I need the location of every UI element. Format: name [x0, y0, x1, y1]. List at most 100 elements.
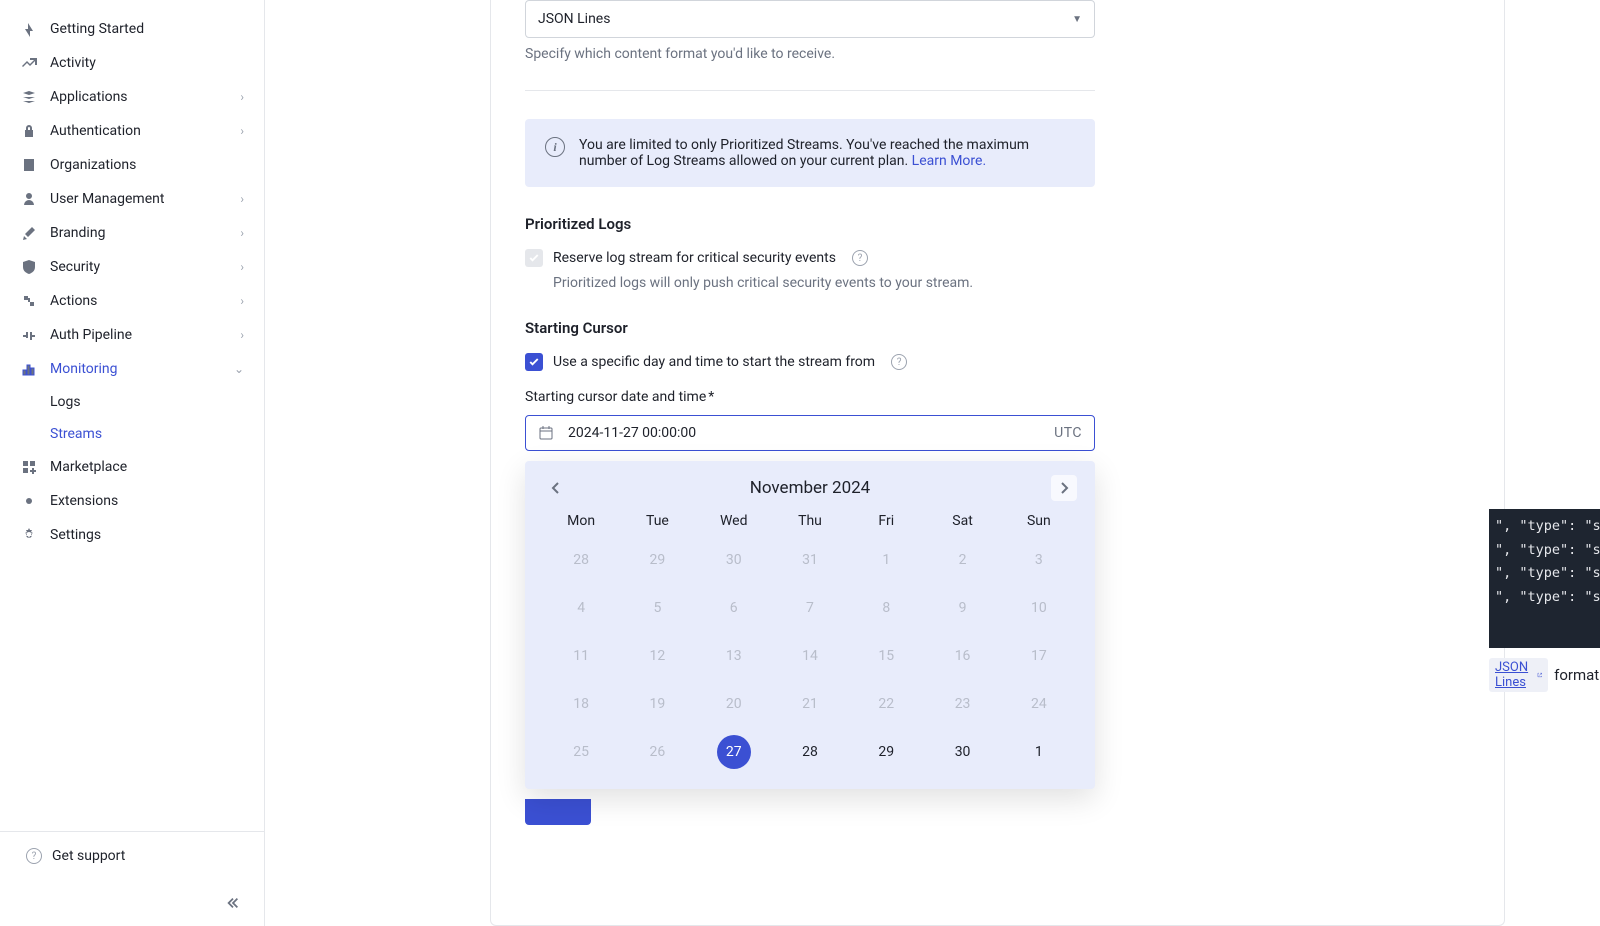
sidebar-item-getting-started[interactable]: Getting Started: [0, 12, 264, 46]
sidebar-item-auth-pipeline[interactable]: Auth Pipeline›: [0, 318, 264, 352]
sidebar-item-marketplace[interactable]: Marketplace: [0, 450, 264, 484]
sidebar-item-settings[interactable]: Settings: [0, 518, 264, 552]
sidebar-item-applications[interactable]: Applications›: [0, 80, 264, 114]
date-field-label: Starting cursor date and time*: [525, 389, 1095, 405]
sidebar-item-user-management[interactable]: User Management›: [0, 182, 264, 216]
content-format-select[interactable]: JSON Lines ▼: [525, 0, 1095, 38]
calendar-day[interactable]: 18: [564, 687, 598, 721]
calendar-day[interactable]: 21: [793, 687, 827, 721]
use-specific-date-label: Use a specific day and time to start the…: [553, 354, 875, 370]
json-lines-link[interactable]: JSON Lines: [1489, 658, 1548, 692]
lock-icon-wrap: [20, 122, 38, 140]
calendar-next-button[interactable]: [1051, 475, 1077, 501]
sidebar-item-label: Extensions: [50, 493, 244, 509]
sidebar-item-label: User Management: [50, 191, 240, 207]
calendar-day[interactable]: 4: [564, 591, 598, 625]
calendar-day[interactable]: 2: [946, 543, 980, 577]
sidebar-item-branding[interactable]: Branding›: [0, 216, 264, 250]
sidebar-item-label: Auth Pipeline: [50, 327, 240, 343]
bars-icon-wrap: [20, 360, 38, 378]
sidebar-subitem-logs[interactable]: Logs: [0, 386, 264, 418]
calendar-day[interactable]: 25: [564, 735, 598, 769]
flow-icon: [21, 293, 37, 309]
calendar-day[interactable]: 24: [1022, 687, 1056, 721]
calendar-day[interactable]: 8: [869, 591, 903, 625]
shield-icon: [21, 259, 37, 275]
calendar-day[interactable]: 28: [564, 543, 598, 577]
chevron-double-left-icon: [226, 896, 240, 910]
sidebar-item-label: Security: [50, 259, 240, 275]
calendar-day[interactable]: 6: [717, 591, 751, 625]
calendar-day[interactable]: 31: [793, 543, 827, 577]
calendar-day[interactable]: 10: [1022, 591, 1056, 625]
chevron-right-icon: ›: [240, 294, 244, 308]
calendar-day[interactable]: 7: [793, 591, 827, 625]
calendar-day[interactable]: 5: [640, 591, 674, 625]
pipeline-icon-wrap: [20, 326, 38, 344]
calendar-dow: Sat: [924, 513, 1000, 529]
calendar-day[interactable]: 23: [946, 687, 980, 721]
calendar-day[interactable]: 27: [717, 735, 751, 769]
calendar-day[interactable]: 26: [640, 735, 674, 769]
get-support-label: Get support: [52, 848, 125, 864]
calendar-day[interactable]: 12: [640, 639, 674, 673]
calendar-icon: [538, 425, 554, 441]
starting-cursor-date-input[interactable]: 2024-11-27 00:00:00 UTC: [525, 415, 1095, 451]
sidebar-item-actions[interactable]: Actions›: [0, 284, 264, 318]
sidebar-subitem-streams[interactable]: Streams: [0, 418, 264, 450]
sidebar-item-label: Activity: [50, 55, 244, 71]
sidebar-item-organizations[interactable]: Organizations: [0, 148, 264, 182]
sidebar-item-security[interactable]: Security›: [0, 250, 264, 284]
get-support-link[interactable]: ? Get support: [0, 831, 264, 880]
sidebar: Getting StartedActivityApplications›Auth…: [0, 0, 265, 926]
calendar-day[interactable]: 29: [869, 735, 903, 769]
sidebar-item-label: Settings: [50, 527, 244, 543]
calendar-day[interactable]: 28: [793, 735, 827, 769]
calendar-day[interactable]: 13: [717, 639, 751, 673]
sidebar-item-monitoring[interactable]: Monitoring⌄: [0, 352, 264, 386]
cog-icon-wrap: [20, 526, 38, 544]
building-icon-wrap: [20, 156, 38, 174]
calendar-day[interactable]: 17: [1022, 639, 1056, 673]
calendar-day[interactable]: 11: [564, 639, 598, 673]
sidebar-item-label: Applications: [50, 89, 240, 105]
calendar-day[interactable]: 30: [946, 735, 980, 769]
reserve-stream-checkbox[interactable]: [525, 249, 543, 267]
calendar-prev-button[interactable]: [543, 475, 569, 501]
timezone-label: UTC: [1054, 425, 1082, 441]
calendar-day[interactable]: 19: [640, 687, 674, 721]
lock-icon: [21, 123, 37, 139]
calendar-day[interactable]: 22: [869, 687, 903, 721]
help-icon[interactable]: ?: [891, 354, 907, 370]
chevron-right-icon: ›: [240, 192, 244, 206]
calendar-day[interactable]: 3: [1022, 543, 1056, 577]
user-icon: [21, 191, 37, 207]
calendar-day[interactable]: 20: [717, 687, 751, 721]
external-link-icon: [1537, 670, 1543, 680]
calendar-day[interactable]: 16: [946, 639, 980, 673]
help-icon[interactable]: ?: [852, 250, 868, 266]
calendar-day[interactable]: 29: [640, 543, 674, 577]
collapse-sidebar-button[interactable]: [222, 892, 244, 914]
chevron-down-icon: ⌄: [234, 362, 244, 376]
banner-text: You are limited to only Prioritized Stre…: [579, 137, 1075, 169]
sidebar-item-authentication[interactable]: Authentication›: [0, 114, 264, 148]
calendar-day[interactable]: 9: [946, 591, 980, 625]
calendar-day[interactable]: 15: [869, 639, 903, 673]
divider: [525, 90, 1095, 91]
calendar-day[interactable]: 14: [793, 639, 827, 673]
stack-icon: [21, 89, 37, 105]
calendar-day[interactable]: 30: [717, 543, 751, 577]
calendar-day[interactable]: 1: [869, 543, 903, 577]
save-button[interactable]: [525, 799, 591, 825]
calendar-day[interactable]: 1: [1022, 735, 1056, 769]
sidebar-item-extensions[interactable]: Extensions: [0, 484, 264, 518]
sidebar-item-activity[interactable]: Activity: [0, 46, 264, 80]
learn-more-link[interactable]: Learn More.: [912, 153, 986, 169]
prioritized-logs-heading: Prioritized Logs: [525, 215, 1095, 233]
sidebar-item-label: Branding: [50, 225, 240, 241]
plus-grid-icon-wrap: [20, 458, 38, 476]
sidebar-item-label: Actions: [50, 293, 240, 309]
use-specific-date-checkbox[interactable]: [525, 353, 543, 371]
chevron-right-icon: ›: [240, 124, 244, 138]
